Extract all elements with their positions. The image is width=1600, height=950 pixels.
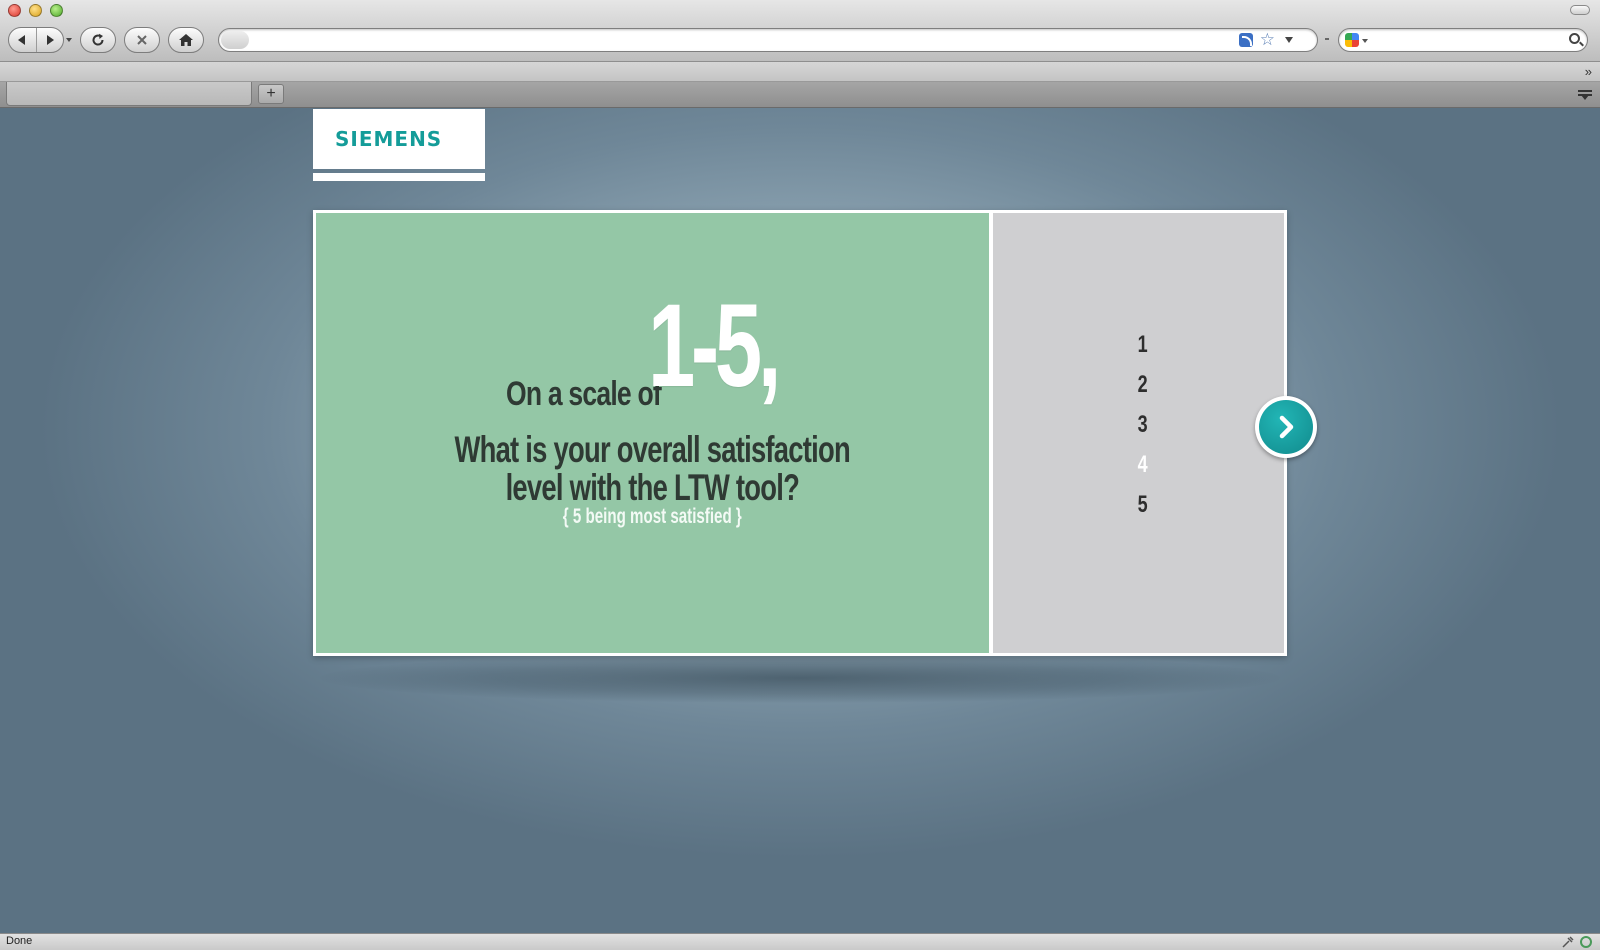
tab-list-icon[interactable] [1574, 85, 1596, 103]
page-viewport: SIEMENS On a scale of 1-5, What is your … [0, 108, 1600, 933]
next-button-face [1259, 400, 1313, 454]
stop-icon [137, 35, 147, 45]
site-identity-button[interactable] [221, 31, 249, 49]
bookmarks-bar: » [0, 62, 1600, 82]
answer-panel: 1 2 3 4 5 [993, 213, 1284, 653]
logo-underline [313, 173, 485, 181]
zoom-window-button[interactable] [50, 4, 63, 17]
forward-button[interactable] [35, 28, 63, 52]
question-scale-row: On a scale of 1-5, [316, 287, 989, 427]
url-input[interactable] [253, 31, 1213, 49]
question-scale-range: 1-5, [648, 280, 781, 412]
search-bar [1338, 28, 1588, 52]
search-input[interactable] [1371, 31, 1561, 49]
tab-bar: + [0, 82, 1600, 108]
browser-toolbar: ☆ [0, 0, 1600, 62]
back-arrow-icon [18, 35, 26, 45]
siemens-logo: SIEMENS [313, 109, 485, 169]
url-dropdown-icon[interactable] [1285, 37, 1293, 43]
addon-tools-icon[interactable] [1562, 936, 1574, 948]
home-button[interactable] [168, 27, 204, 53]
new-tab-button[interactable]: + [258, 84, 284, 104]
question-panel: On a scale of 1-5, What is your overall … [316, 213, 989, 653]
star-icon[interactable]: ☆ [1260, 30, 1275, 50]
status-text: Done [6, 935, 33, 947]
magnifier-icon[interactable] [1569, 33, 1580, 44]
question-note: { 5 being most satisfied } [563, 505, 742, 528]
question-prefix: On a scale of [506, 375, 662, 413]
close-window-button[interactable] [8, 4, 21, 17]
rating-option-3[interactable]: 3 [1123, 405, 1163, 445]
search-engine-dropdown-icon[interactable] [1362, 39, 1368, 43]
address-bar: ☆ [218, 28, 1318, 52]
survey-card: On a scale of 1-5, What is your overall … [313, 210, 1287, 656]
history-dropdown-icon[interactable] [66, 38, 72, 42]
back-forward-buttons [8, 27, 64, 53]
reload-button[interactable] [80, 27, 116, 53]
toolbar-toggle-button[interactable] [1570, 5, 1590, 15]
bookmarks-overflow-button[interactable]: » [1585, 62, 1592, 82]
question-line-2: level with the LTW tool? [505, 467, 800, 508]
back-button[interactable] [9, 28, 36, 52]
next-button[interactable] [1255, 396, 1317, 458]
stop-button[interactable] [124, 27, 160, 53]
rating-option-4[interactable]: 4 [1123, 445, 1163, 485]
minimize-window-button[interactable] [29, 4, 42, 17]
rating-option-5[interactable]: 5 [1123, 485, 1163, 525]
tab-current[interactable] [6, 82, 252, 106]
home-icon [179, 34, 193, 46]
google-icon[interactable] [1345, 33, 1359, 47]
rating-options: 1 2 3 4 5 [1123, 325, 1163, 525]
status-bar: Done [0, 933, 1600, 950]
logo-text: SIEMENS [335, 127, 443, 151]
forward-arrow-icon [46, 35, 54, 45]
chevron-right-icon [1279, 415, 1294, 439]
sync-status-icon[interactable] [1580, 936, 1592, 948]
rss-feed-icon[interactable] [1239, 33, 1253, 47]
reload-icon [92, 33, 104, 46]
rating-option-1[interactable]: 1 [1123, 325, 1163, 365]
rating-option-2[interactable]: 2 [1123, 365, 1163, 405]
toolbar-separator [1325, 38, 1329, 40]
card-shadow [320, 653, 1280, 703]
question-line-1: What is your overall satisfaction [454, 429, 851, 470]
